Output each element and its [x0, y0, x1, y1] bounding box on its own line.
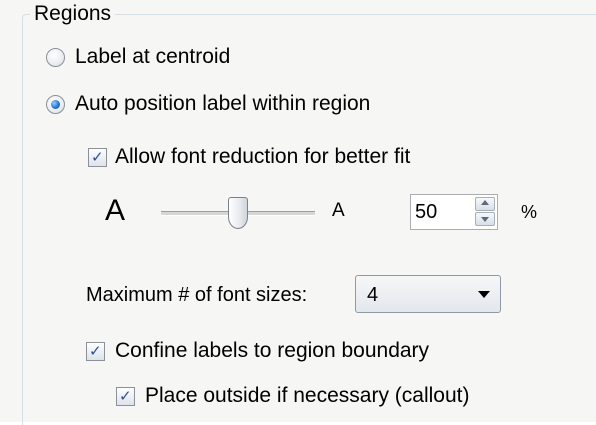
- checkbox-place-outside[interactable]: ✓ Place outside if necessary (callout): [116, 384, 470, 408]
- percent-spinbox[interactable]: 50: [410, 194, 498, 230]
- percent-symbol: %: [521, 202, 538, 222]
- checkbox-checked-icon[interactable]: ✓: [116, 386, 135, 406]
- percent-value[interactable]: 50: [415, 200, 437, 224]
- checkbox-checked-icon[interactable]: ✓: [86, 341, 105, 361]
- checkbox-label: Allow font reduction for better fit: [115, 145, 411, 168]
- spin-down-arrow-icon[interactable]: [475, 212, 495, 226]
- slider-thumb[interactable]: [228, 197, 248, 229]
- radio-auto-position[interactable]: Auto position label within region: [46, 92, 370, 116]
- checkbox-checked-icon[interactable]: ✓: [88, 147, 107, 167]
- small-font-a-icon: A: [332, 200, 345, 221]
- checkbox-allow-font-reduction[interactable]: ✓ Allow font reduction for better fit: [88, 145, 410, 169]
- max-font-sizes-label: Maximum # of font sizes:: [86, 284, 308, 306]
- group-title: Regions: [30, 1, 116, 27]
- checkbox-label: Confine labels to region boundary: [115, 339, 430, 362]
- regions-panel: Regions Label at centroid Auto position …: [0, 0, 596, 425]
- large-font-a-icon: A: [105, 194, 126, 227]
- spin-arrows: [475, 197, 495, 227]
- dropdown-value: 4: [367, 284, 379, 306]
- spin-up-arrow-icon[interactable]: [475, 197, 495, 211]
- radio-label-at-centroid[interactable]: Label at centroid: [46, 45, 230, 69]
- radio-button-selected-icon[interactable]: [46, 94, 65, 114]
- chevron-down-icon[interactable]: [478, 291, 490, 298]
- radio-label: Label at centroid: [75, 45, 231, 68]
- max-font-sizes-dropdown[interactable]: 4: [355, 275, 501, 313]
- checkbox-confine-labels[interactable]: ✓ Confine labels to region boundary: [86, 339, 429, 363]
- radio-button-icon[interactable]: [46, 47, 65, 67]
- checkbox-label: Place outside if necessary (callout): [145, 384, 470, 407]
- font-reduction-slider-row: A A 50 %: [105, 192, 575, 236]
- radio-label: Auto position label within region: [75, 92, 371, 115]
